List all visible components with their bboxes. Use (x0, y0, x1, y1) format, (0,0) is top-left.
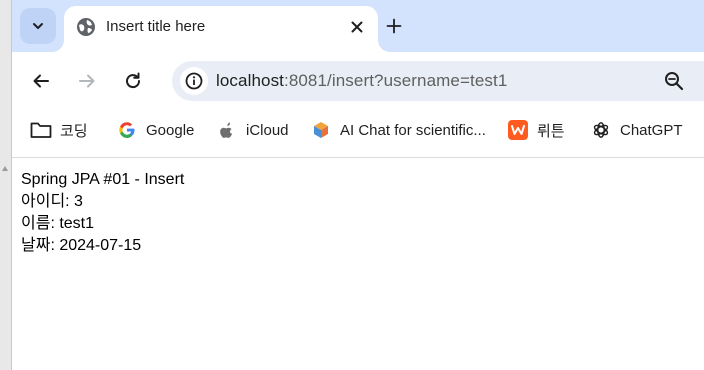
url-path: :8081/insert?username=test1 (284, 71, 508, 90)
info-icon (185, 72, 203, 90)
url-text[interactable]: localhost:8081/insert?username=test1 (216, 71, 507, 91)
browser-window: Insert title here localhost:8081/insert?… (0, 0, 704, 370)
toolbar-divider (12, 157, 704, 158)
tab-close-button[interactable] (346, 16, 368, 38)
navigation-toolbar: localhost:8081/insert?username=test1 (12, 52, 704, 110)
wrtn-icon (507, 119, 529, 141)
bookmark-ai-chat[interactable]: AI Chat for scientific... (310, 118, 486, 142)
bookmark-folder-coding[interactable]: 코딩 (30, 118, 88, 142)
bookmark-label: iCloud (246, 121, 289, 139)
back-arrow-icon (33, 74, 49, 88)
url-host: localhost (216, 71, 284, 90)
globe-icon (77, 18, 95, 36)
google-icon (116, 119, 138, 141)
apple-icon (216, 119, 238, 141)
user-date-line: 날짜: 2024-07-15 (21, 237, 142, 254)
zoom-magnifier-icon (665, 72, 684, 91)
tab-strip: Insert title here (12, 0, 704, 52)
left-window-edge (0, 0, 12, 370)
chatgpt-icon (590, 119, 612, 141)
forward-button[interactable] (71, 65, 103, 97)
tab-search-button[interactable] (20, 8, 56, 44)
folder-icon (30, 119, 52, 141)
chevron-down-icon (33, 23, 43, 29)
user-id-line: 아이디: 3 (21, 193, 83, 210)
active-tab[interactable]: Insert title here (64, 6, 378, 52)
user-name-line: 이름: test1 (21, 215, 95, 232)
new-tab-button[interactable] (378, 10, 410, 42)
close-icon (351, 21, 363, 33)
page-content: Spring JPA #01 - Insert 아이디: 3 이름: test1… (21, 169, 184, 257)
bookmark-icloud[interactable]: iCloud (216, 118, 289, 142)
bookmark-label: 코딩 (60, 122, 88, 140)
bookmarks-bar: 코딩 Google iCloud AI Chat for scientific.… (12, 110, 704, 150)
bookmark-chatgpt[interactable]: ChatGPT (590, 118, 683, 142)
address-bar[interactable]: localhost:8081/insert?username=test1 (172, 61, 704, 101)
plus-icon (386, 18, 402, 34)
bookmark-label: Google (146, 121, 195, 139)
zoom-button[interactable] (660, 67, 688, 95)
back-button[interactable] (25, 65, 57, 97)
page-heading: Spring JPA #01 - Insert (21, 171, 185, 188)
scroll-up-arrow-icon[interactable] (2, 166, 8, 171)
forward-arrow-icon (79, 74, 95, 88)
bookmark-label: AI Chat for scientific... (340, 121, 486, 139)
bookmark-wrtn[interactable]: 뤼튼 (507, 118, 565, 142)
bookmark-label: 뤼튼 (537, 122, 565, 140)
bookmark-label: ChatGPT (620, 121, 683, 139)
reload-button[interactable] (117, 65, 149, 97)
site-info-button[interactable] (180, 67, 208, 95)
tab-title: Insert title here (106, 18, 206, 35)
reload-icon (126, 72, 141, 89)
bookmark-google[interactable]: Google (116, 118, 194, 142)
scispace-icon (310, 119, 332, 141)
